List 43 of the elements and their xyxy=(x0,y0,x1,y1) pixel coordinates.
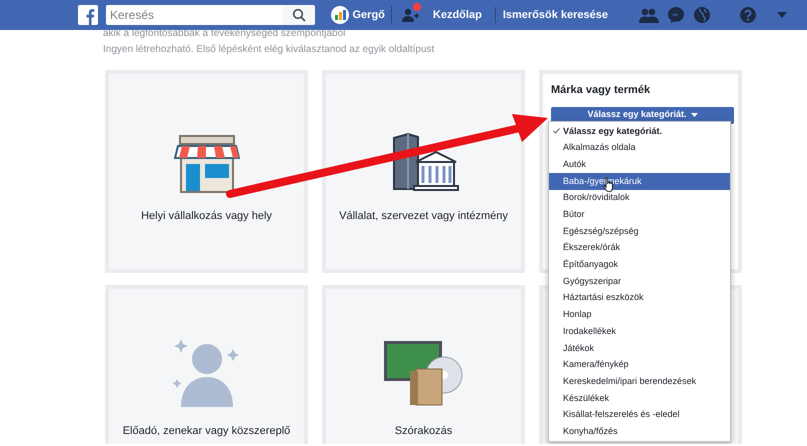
checkmark-icon xyxy=(553,128,563,134)
friend-requests-icon[interactable] xyxy=(402,5,420,25)
dropdown-option[interactable]: Kereskedelmi/ipari berendezések xyxy=(549,373,730,390)
dropdown-option[interactable]: Gyógyszeripar xyxy=(549,273,730,290)
messenger-icon[interactable] xyxy=(667,6,685,24)
intro-text: Ingyen létrehozható. Első lépésként elég kiválasztanod az egyik oldaltípust xyxy=(103,44,436,56)
profile-name[interactable]: Gergő xyxy=(352,6,385,24)
globe-icon[interactable] xyxy=(693,6,711,24)
dropdown-option[interactable]: Kamera/fénykép xyxy=(549,356,730,374)
search-field[interactable]: Keresés xyxy=(106,5,282,25)
help-icon[interactable] xyxy=(739,6,757,24)
dropdown-option[interactable]: Építőanyagok xyxy=(549,256,730,274)
dropdown-option[interactable]: Válassz egy kategóriát. xyxy=(549,123,730,140)
card-label: Vállalat, szervezet vagy intézmény xyxy=(339,209,508,224)
caret-icon[interactable] xyxy=(777,12,787,18)
dropdown-option[interactable]: Konyha/főzés xyxy=(549,423,730,440)
card-title: Márka vagy termék xyxy=(551,83,652,98)
friends-icon[interactable] xyxy=(639,7,659,23)
dropdown-option[interactable]: Honlap xyxy=(549,306,730,324)
dropdown-option[interactable]: Irodakellékek xyxy=(549,323,730,340)
page-type-card[interactable]: Előadó, zenekar vagy közszereplő xyxy=(105,285,308,444)
dropdown-option[interactable]: Készülékek xyxy=(549,390,730,407)
nav-link[interactable]: Kezdőlap xyxy=(426,6,489,24)
dropdown-option[interactable]: Borok/röviditalok xyxy=(549,190,730,206)
facebook-logo-icon[interactable] xyxy=(78,5,98,25)
dropdown-option[interactable]: Kisállat-felszerelés és -eledel xyxy=(549,406,730,424)
search-icon[interactable] xyxy=(282,5,314,25)
page-type-card[interactable]: Szórakozás xyxy=(322,285,525,444)
dropdown-option[interactable]: Alkalmazás oldala xyxy=(549,140,730,156)
dropdown-option[interactable]: Játékok xyxy=(549,340,730,357)
card-label: Előadó, zenekar vagy közszereplő xyxy=(122,424,290,439)
card-label: Szórakozás xyxy=(394,424,452,439)
avatar-icon[interactable] xyxy=(330,6,348,24)
dropdown-option[interactable]: Ékszerek/órák xyxy=(549,240,730,256)
page-type-card[interactable]: Vállalat, szervezet vagy intézmény xyxy=(322,70,525,273)
dropdown-option[interactable]: Háztartási eszközök xyxy=(549,290,730,307)
dropdown-option[interactable]: Egészség/szépség xyxy=(549,223,730,240)
dropdown-option[interactable]: Bútor xyxy=(549,206,730,224)
caret-icon xyxy=(690,113,698,117)
card-label: Helyi vállalkozás vagy hely xyxy=(141,209,272,224)
nav-link[interactable]: Ismerősök keresése xyxy=(494,6,615,24)
page-type-card[interactable]: Helyi vállalkozás vagy hely xyxy=(105,70,308,273)
dropdown-option[interactable]: Autók xyxy=(549,156,730,174)
